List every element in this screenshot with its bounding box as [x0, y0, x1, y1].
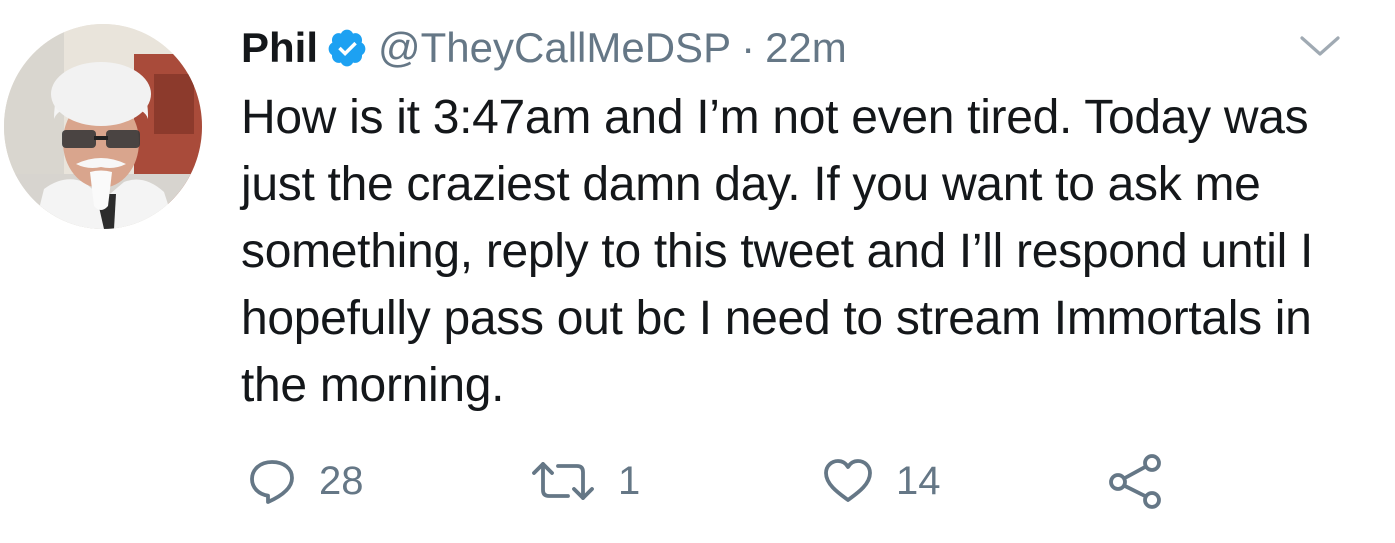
- share-icon: [1109, 454, 1161, 509]
- avatar[interactable]: [4, 24, 202, 229]
- retweet-icon: [532, 462, 594, 500]
- like-button[interactable]: 14: [822, 446, 941, 516]
- user-handle[interactable]: @TheyCallMeDSP: [378, 18, 731, 78]
- reply-icon: [250, 460, 294, 504]
- reply-button[interactable]: 28: [247, 446, 364, 516]
- tweet-menu-button[interactable]: [1296, 30, 1344, 62]
- retweet-count: 1: [618, 459, 641, 503]
- chevron-down-icon: [1300, 36, 1340, 56]
- tweet-actions: 28 1 14: [0, 446, 1395, 516]
- timestamp[interactable]: 22m: [765, 18, 847, 78]
- user-avatar-image: [4, 24, 202, 229]
- heart-icon: [824, 459, 872, 502]
- display-name[interactable]: Phil: [241, 18, 318, 78]
- tweet-card[interactable]: Phil @TheyCallMeDSP · 22m How is it 3:47…: [0, 0, 1395, 543]
- verified-badge-icon: [326, 27, 368, 69]
- like-count: 14: [896, 459, 941, 503]
- separator-dot: ·: [741, 24, 756, 71]
- retweet-button[interactable]: 1: [530, 446, 640, 516]
- share-button[interactable]: [1106, 446, 1166, 516]
- tweet-text: How is it 3:47am and I’m not even tired.…: [241, 91, 1327, 412]
- reply-count: 28: [319, 459, 364, 503]
- tweet-header: Phil @TheyCallMeDSP · 22m: [241, 18, 847, 78]
